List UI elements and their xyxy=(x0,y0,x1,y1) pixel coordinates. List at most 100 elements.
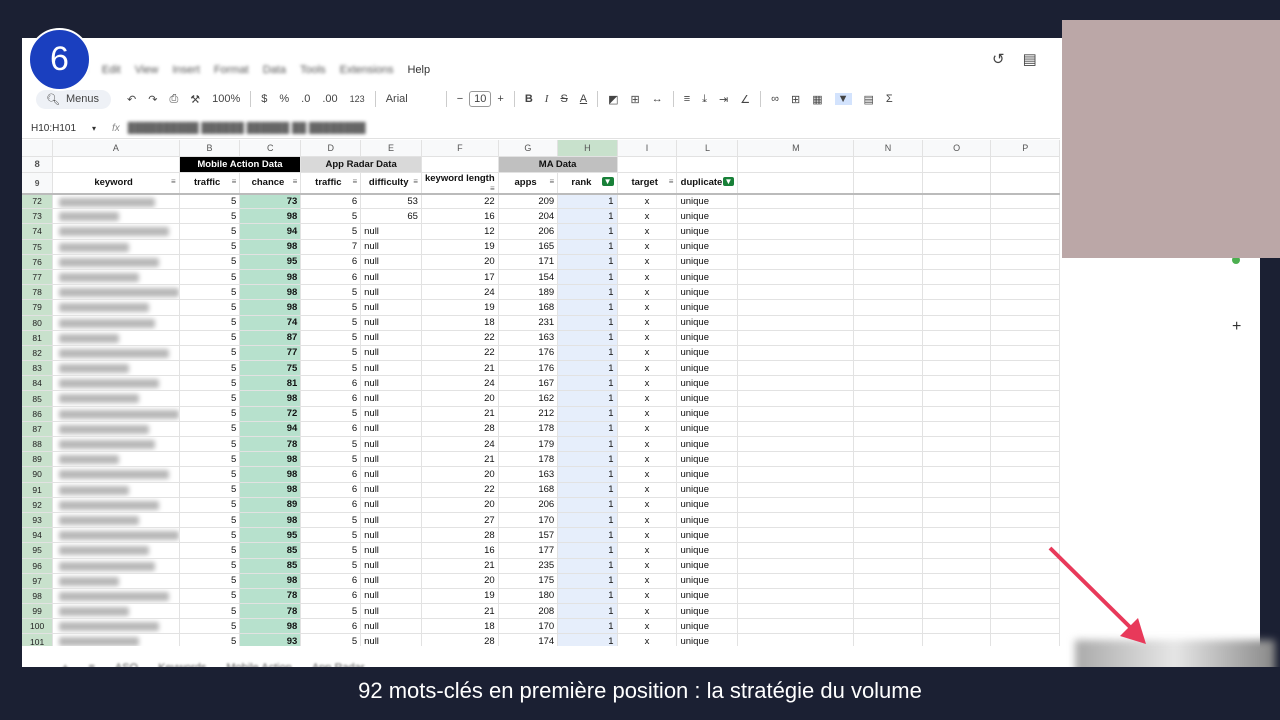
cell[interactable]: unique xyxy=(676,603,739,620)
cell[interactable]: 19 xyxy=(421,299,499,316)
cell[interactable]: null xyxy=(360,527,422,544)
cell[interactable]: 93 xyxy=(239,633,302,646)
cell[interactable]: 5 xyxy=(179,497,241,513)
cell[interactable]: 21 xyxy=(421,558,499,574)
row-header[interactable]: 97 xyxy=(22,573,54,589)
column-header[interactable]: C xyxy=(239,140,302,157)
cell[interactable]: 1 xyxy=(557,527,618,544)
cell[interactable]: 1 xyxy=(557,618,618,635)
cell[interactable] xyxy=(922,360,992,377)
cell[interactable] xyxy=(737,527,855,544)
cell[interactable]: 5 xyxy=(300,406,362,422)
cell[interactable]: 17 xyxy=(421,269,499,286)
cell[interactable] xyxy=(853,360,923,377)
cell[interactable]: null xyxy=(360,512,422,529)
cell[interactable]: x xyxy=(617,573,678,589)
keyword-cell[interactable] xyxy=(52,527,180,544)
header-cell[interactable]: difficulty ≡ xyxy=(360,172,422,195)
cell[interactable]: 85 xyxy=(239,558,302,574)
cell[interactable]: null xyxy=(360,421,422,438)
keyword-cell[interactable] xyxy=(52,223,180,240)
cell[interactable]: x xyxy=(617,633,678,646)
cell[interactable]: 204 xyxy=(498,208,559,225)
keyword-cell[interactable] xyxy=(52,497,180,513)
row-header[interactable]: 75 xyxy=(22,239,54,255)
zoom-select[interactable]: 100% xyxy=(212,93,240,105)
cell[interactable]: 6 xyxy=(300,421,362,438)
cell[interactable] xyxy=(922,603,992,620)
cell[interactable] xyxy=(990,208,1060,225)
cell[interactable]: 73 xyxy=(239,193,302,210)
cell[interactable]: unique xyxy=(676,299,739,316)
cell[interactable] xyxy=(853,172,923,195)
cell[interactable] xyxy=(922,254,992,270)
cell[interactable]: 1 xyxy=(557,390,618,407)
cell[interactable]: null xyxy=(360,315,422,331)
cell[interactable]: 174 xyxy=(498,633,559,646)
cell[interactable]: x xyxy=(617,299,678,316)
cell[interactable] xyxy=(853,208,923,225)
cell[interactable]: 16 xyxy=(421,542,499,559)
cell[interactable] xyxy=(737,497,855,513)
cell[interactable]: 5 xyxy=(300,436,362,453)
cell[interactable]: 178 xyxy=(498,421,559,438)
cell[interactable] xyxy=(737,436,855,453)
row-header[interactable]: 78 xyxy=(22,284,54,301)
cell[interactable] xyxy=(853,406,923,422)
column-header[interactable]: A xyxy=(52,140,180,157)
cell[interactable]: 5 xyxy=(300,451,362,468)
cell[interactable] xyxy=(737,573,855,589)
cell[interactable] xyxy=(737,390,855,407)
cell[interactable] xyxy=(853,315,923,331)
keyword-cell[interactable] xyxy=(52,239,180,255)
cell[interactable]: null xyxy=(360,588,422,605)
column-header[interactable]: O xyxy=(922,140,992,157)
cell[interactable]: x xyxy=(617,618,678,635)
row-header[interactable]: 92 xyxy=(22,497,54,513)
cell[interactable]: 12 xyxy=(421,223,499,240)
cell[interactable] xyxy=(990,299,1060,316)
italic-button[interactable]: I xyxy=(545,93,549,105)
cell[interactable]: 1 xyxy=(557,360,618,377)
cell[interactable] xyxy=(52,156,180,173)
cell[interactable] xyxy=(853,156,923,173)
cell[interactable]: x xyxy=(617,406,678,422)
cell[interactable] xyxy=(737,156,855,173)
cell[interactable]: 177 xyxy=(498,542,559,559)
filter-icon[interactable]: ▼ xyxy=(722,177,735,186)
cell[interactable] xyxy=(990,315,1060,331)
cell[interactable]: 6 xyxy=(300,618,362,635)
cell[interactable]: x xyxy=(617,223,678,240)
filter-icon[interactable]: ≡ xyxy=(490,184,495,192)
cell[interactable]: 170 xyxy=(498,512,559,529)
cell[interactable]: 7 xyxy=(300,239,362,255)
cell[interactable] xyxy=(853,436,923,453)
cell[interactable] xyxy=(922,436,992,453)
strikethrough-button[interactable]: S xyxy=(560,93,567,105)
cell[interactable]: x xyxy=(617,436,678,453)
cell[interactable]: 5 xyxy=(179,254,241,270)
cell[interactable]: 5 xyxy=(179,603,241,620)
cell[interactable]: unique xyxy=(676,315,739,331)
cell[interactable]: x xyxy=(617,542,678,559)
rotate-icon[interactable]: ∠ xyxy=(740,93,750,106)
cell[interactable]: unique xyxy=(676,193,739,210)
print-icon[interactable]: ⎙ xyxy=(169,93,178,106)
cell[interactable]: 175 xyxy=(498,573,559,589)
cell[interactable] xyxy=(922,299,992,316)
cell[interactable]: 6 xyxy=(300,375,362,392)
cell[interactable] xyxy=(737,588,855,605)
keyword-cell[interactable] xyxy=(52,406,180,422)
cell[interactable]: 1 xyxy=(557,208,618,225)
cell[interactable]: null xyxy=(360,633,422,646)
cell[interactable] xyxy=(737,284,855,301)
cell[interactable]: 19 xyxy=(421,239,499,255)
cell[interactable]: 1 xyxy=(557,239,618,255)
column-header[interactable]: B xyxy=(179,140,241,157)
menu-item[interactable]: Format xyxy=(214,64,249,80)
row-header[interactable]: 91 xyxy=(22,482,54,498)
cell[interactable] xyxy=(421,156,499,173)
menu-item[interactable]: Data xyxy=(263,64,286,80)
group-header-ma[interactable]: MA Data xyxy=(498,156,618,173)
cell[interactable]: 95 xyxy=(239,527,302,544)
